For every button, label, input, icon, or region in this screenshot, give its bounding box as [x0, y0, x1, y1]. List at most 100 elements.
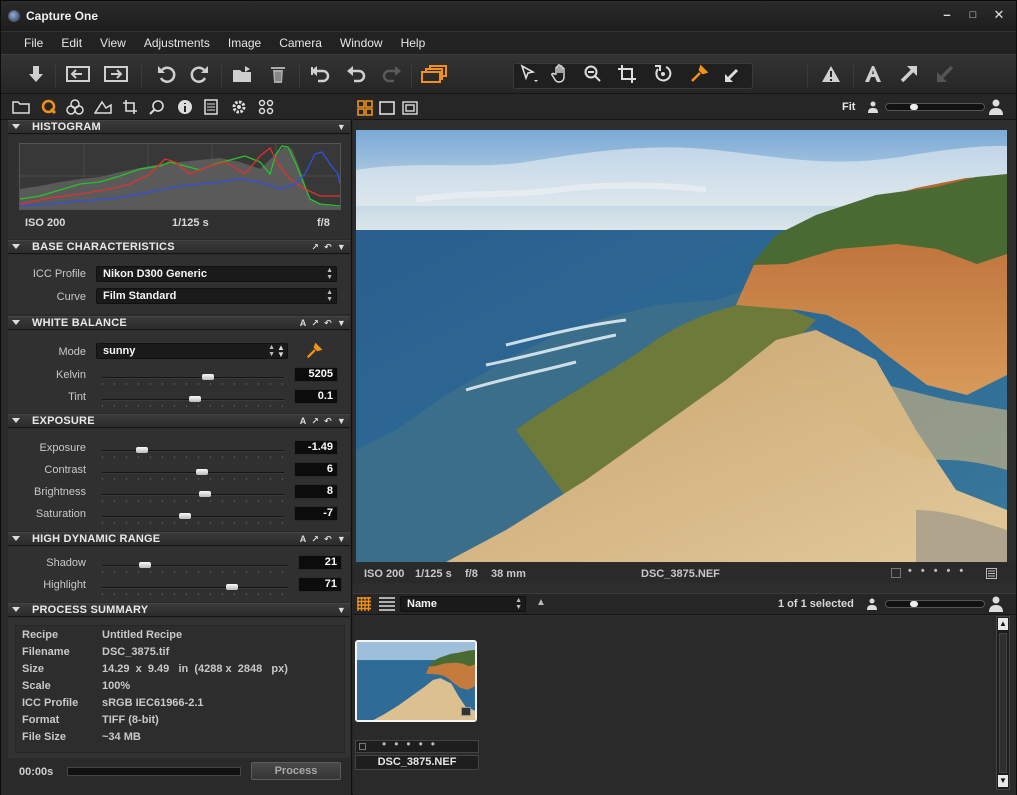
- icc-profile-select[interactable]: Nikon D300 Generic ▲ ▼: [96, 266, 337, 282]
- wb-picker-icon[interactable]: [305, 342, 323, 363]
- exposure-header[interactable]: EXPOSURE A ↗ ↶ ▼: [8, 414, 350, 428]
- slider-knob[interactable]: [225, 584, 238, 590]
- trash-icon[interactable]: [267, 61, 289, 87]
- expand-icon[interactable]: ↗: [311, 533, 319, 546]
- copy-apply-icon[interactable]: [721, 61, 745, 87]
- exposure-value[interactable]: -1.49: [294, 440, 338, 455]
- tab-color-icon[interactable]: [65, 98, 85, 116]
- brightness-slider[interactable]: [102, 490, 284, 502]
- process-button[interactable]: Process: [251, 762, 341, 780]
- reset-icon[interactable]: [309, 61, 331, 87]
- slider-knob[interactable]: [138, 562, 151, 568]
- zoom-knob[interactable]: [909, 601, 918, 607]
- browser-list-icon[interactable]: [379, 597, 395, 614]
- thumbnail[interactable]: [355, 640, 477, 722]
- sort-direction-icon[interactable]: ▲: [536, 597, 546, 608]
- rotate-right-icon[interactable]: [189, 61, 211, 87]
- menu-icon[interactable]: ▼: [337, 533, 346, 546]
- slider-knob[interactable]: [188, 396, 201, 402]
- wb-mode-select[interactable]: sunny ▲ ▼: [96, 343, 288, 359]
- menu-view[interactable]: View: [91, 32, 135, 55]
- exposure-slider[interactable]: [102, 446, 284, 458]
- slider-knob[interactable]: [178, 513, 191, 519]
- browser-scrollbar[interactable]: ▲ ▼: [996, 616, 1010, 790]
- histogram-header[interactable]: HISTOGRAM ▼: [8, 120, 350, 134]
- auto-icon[interactable]: A: [300, 317, 307, 330]
- menu-window[interactable]: Window: [331, 32, 392, 55]
- slider-knob[interactable]: [202, 374, 215, 380]
- rotate-left-icon[interactable]: [155, 61, 177, 87]
- menu-image[interactable]: Image: [219, 32, 270, 55]
- kelvin-value[interactable]: 5205: [294, 367, 338, 382]
- highlight-value[interactable]: 71: [298, 577, 342, 592]
- thumb-rating-bar[interactable]: •••••: [355, 737, 479, 753]
- previous-variant-icon[interactable]: [65, 61, 91, 87]
- slider-knob[interactable]: [136, 447, 148, 453]
- menu-icon[interactable]: ▼: [337, 415, 346, 428]
- white-balance-header[interactable]: WHITE BALANCE A ↗ ↶ ▼: [8, 316, 350, 330]
- menu-icon[interactable]: ▼: [337, 121, 346, 134]
- thumb-small-person-icon[interactable]: [867, 598, 877, 613]
- zoom-icon[interactable]: [581, 61, 605, 87]
- brightness-value[interactable]: 8: [294, 484, 338, 499]
- zoom-knob[interactable]: [909, 104, 918, 110]
- white-balance-picker-icon[interactable]: [687, 61, 711, 87]
- slider-knob[interactable]: [195, 469, 208, 475]
- expand-icon[interactable]: ↗: [311, 317, 319, 330]
- base-characteristics-header[interactable]: BASE CHARACTERISTICS ↗ ↶ ▼: [8, 240, 350, 254]
- next-variant-icon[interactable]: [103, 61, 129, 87]
- kelvin-slider[interactable]: [102, 373, 284, 385]
- contrast-slider[interactable]: [102, 468, 284, 480]
- tint-value[interactable]: 0.1: [294, 389, 338, 404]
- curve-select[interactable]: Film Standard ▲ ▼: [96, 288, 337, 304]
- menu-icon[interactable]: ▼: [337, 317, 346, 330]
- tint-slider[interactable]: [102, 395, 284, 407]
- undo-icon[interactable]: [345, 61, 367, 87]
- menu-help[interactable]: Help: [392, 32, 435, 55]
- expand-icon[interactable]: ↗: [311, 415, 319, 428]
- shadow-value[interactable]: 21: [298, 555, 342, 570]
- rotate-tool-icon[interactable]: [651, 61, 675, 87]
- zoom-in-person-icon[interactable]: [989, 99, 1003, 118]
- menu-file[interactable]: File: [15, 32, 52, 55]
- process-summary-header[interactable]: PROCESS SUMMARY ▼: [8, 603, 350, 617]
- scroll-up-icon[interactable]: ▲: [998, 618, 1008, 630]
- mode-stepper-icon[interactable]: ▲ ▼: [277, 344, 285, 359]
- multi-view-icon[interactable]: [421, 61, 447, 87]
- sort-select[interactable]: Name ▲ ▼: [400, 596, 526, 612]
- thumbnail-size-slider[interactable]: [885, 599, 985, 609]
- fullscreen-view-icon[interactable]: [402, 100, 418, 119]
- viewer-zoom-slider[interactable]: [885, 102, 985, 112]
- reset-section-icon[interactable]: ↶: [324, 241, 332, 254]
- tab-lens-icon[interactable]: [120, 98, 140, 116]
- contrast-value[interactable]: 6: [294, 462, 338, 477]
- slider-knob[interactable]: [198, 491, 211, 497]
- close-icon[interactable]: ✕: [988, 6, 1010, 24]
- hdr-header[interactable]: HIGH DYNAMIC RANGE A ↗ ↶ ▼: [8, 532, 350, 546]
- menu-camera[interactable]: Camera: [270, 32, 331, 55]
- zoom-out-person-icon[interactable]: [868, 101, 878, 116]
- saturation-value[interactable]: -7: [294, 506, 338, 521]
- thumb-large-person-icon[interactable]: [989, 596, 1003, 615]
- import-icon[interactable]: [25, 61, 47, 87]
- reset-section-icon[interactable]: ↶: [324, 415, 332, 428]
- minimize-icon[interactable]: –: [936, 6, 958, 24]
- tab-library-icon[interactable]: [11, 98, 31, 116]
- browser-grid-icon[interactable]: [357, 597, 371, 614]
- expand-icon[interactable]: ↗: [311, 241, 319, 254]
- exposure-warning-icon[interactable]: [819, 61, 843, 87]
- pan-hand-icon[interactable]: [549, 61, 573, 87]
- zoom-fit-label[interactable]: Fit: [842, 101, 855, 113]
- rating-stars[interactable]: •••••: [908, 565, 972, 577]
- main-image[interactable]: [356, 130, 1007, 562]
- color-tag-box[interactable]: [891, 568, 901, 578]
- single-view-icon[interactable]: [379, 100, 395, 119]
- tab-focus-icon[interactable]: [147, 98, 167, 116]
- tab-batch-icon[interactable]: [256, 98, 276, 116]
- menu-adjustments[interactable]: Adjustments: [135, 32, 219, 55]
- grid-view-icon[interactable]: [357, 100, 373, 119]
- arrow-up-right-icon[interactable]: [897, 61, 921, 87]
- tab-settings-gear-icon[interactable]: [229, 98, 249, 116]
- tab-metadata-icon[interactable]: [201, 98, 221, 116]
- auto-icon[interactable]: A: [300, 415, 307, 428]
